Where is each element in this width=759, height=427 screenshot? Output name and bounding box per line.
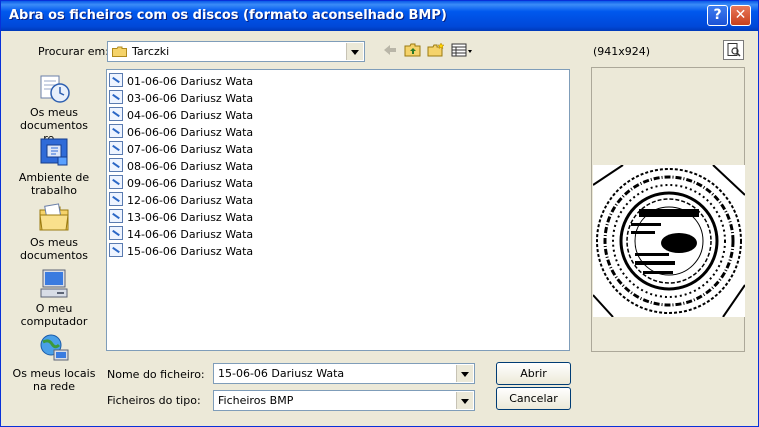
dialog-title: Abra os ficheiros com os discos (formato… [9,8,447,23]
place-label: Os meus locais na rede [12,367,96,393]
file-name: 09-06-06 Dariusz Wata [127,177,254,190]
chevron-down-icon[interactable] [456,365,473,382]
place-label: Ambiente de trabalho [18,171,90,197]
file-item[interactable]: 01-06-06 Dariusz Wata [109,73,253,89]
file-name: 04-06-06 Dariusz Wata [127,109,254,122]
place-my-computer[interactable]: O meu computador [8,268,100,328]
file-list[interactable]: 01-06-06 Dariusz Wata 03-06-06 Dariusz W… [106,69,570,351]
bmp-file-icon [109,73,123,87]
filename-input[interactable]: 15-06-06 Dariusz Wata [213,363,475,384]
file-name: 03-06-06 Dariusz Wata [127,92,254,105]
file-item[interactable]: 14-06-06 Dariusz Wata [109,226,253,242]
place-label: Os meus documentos [20,236,88,262]
my-documents-icon [37,202,71,234]
magnifier-page-icon [727,43,741,60]
place-network[interactable]: Os meus locais na rede [8,333,100,393]
recent-documents-icon [37,72,71,104]
file-name: 14-06-06 Dariusz Wata [127,228,254,241]
file-name: 08-06-06 Dariusz Wata [127,160,254,173]
place-my-documents[interactable]: Os meus documentos [8,202,100,262]
file-name: 01-06-06 Dariusz Wata [127,75,254,88]
place-desktop[interactable]: Ambiente de trabalho [8,137,100,197]
close-button[interactable]: ✕ [730,5,751,26]
bmp-file-icon [109,192,123,206]
preview-toggle-button[interactable] [723,40,744,60]
lookin-value: Tarczki [132,45,170,58]
folder-icon [112,46,127,57]
file-name: 12-06-06 Dariusz Wata [127,194,254,207]
bmp-file-icon [109,243,123,257]
file-item[interactable]: 15-06-06 Dariusz Wata [109,243,253,259]
file-item[interactable]: 07-06-06 Dariusz Wata [109,141,253,157]
open-button[interactable]: Abrir [496,362,571,385]
filetype-value: Ficheiros BMP [218,394,294,407]
help-button[interactable]: ? [707,5,728,26]
title-bar[interactable]: Abra os ficheiros com os discos (formato… [1,1,758,31]
place-recent-documents[interactable]: Os meus documentos re... [8,72,100,145]
chevron-down-icon[interactable] [456,392,473,409]
filename-label: Nome do ficheiro: [107,368,205,381]
up-folder-icon[interactable] [404,42,422,60]
open-file-dialog: Abra os ficheiros com os discos (formato… [0,0,759,427]
cancel-button[interactable]: Cancelar [496,387,571,410]
preview-image [593,165,745,317]
file-name: 07-06-06 Dariusz Wata [127,143,254,156]
preview-dimensions: (941x924) [593,45,651,58]
preview-pane [591,67,745,352]
view-menu-icon[interactable] [451,42,473,60]
chevron-down-icon[interactable] [346,43,363,60]
my-computer-icon [37,268,71,300]
place-label: O meu computador [20,302,88,328]
file-name: 06-06-06 Dariusz Wata [127,126,254,139]
filetype-select[interactable]: Ficheiros BMP [213,390,475,411]
bmp-file-icon [109,141,123,155]
bmp-file-icon [109,90,123,104]
file-item[interactable]: 04-06-06 Dariusz Wata [109,107,253,123]
filetype-label: Ficheiros do tipo: [107,394,201,407]
lookin-select[interactable]: Tarczki [107,41,365,62]
file-item[interactable]: 13-06-06 Dariusz Wata [109,209,253,225]
bmp-file-icon [109,158,123,172]
file-item[interactable]: 12-06-06 Dariusz Wata [109,192,253,208]
back-arrow-icon[interactable] [382,42,398,60]
lookin-label: Procurar em: [38,45,109,58]
bmp-file-icon [109,226,123,240]
file-name: 13-06-06 Dariusz Wata [127,211,254,224]
bmp-file-icon [109,124,123,138]
file-item[interactable]: 08-06-06 Dariusz Wata [109,158,253,174]
new-folder-icon[interactable] [427,42,445,60]
bmp-file-icon [109,175,123,189]
file-item[interactable]: 09-06-06 Dariusz Wata [109,175,253,191]
bmp-file-icon [109,107,123,121]
network-places-icon [37,333,71,365]
file-item[interactable]: 06-06-06 Dariusz Wata [109,124,253,140]
file-item[interactable]: 03-06-06 Dariusz Wata [109,90,253,106]
desktop-icon [37,137,71,169]
file-name: 15-06-06 Dariusz Wata [127,245,254,258]
filename-value: 15-06-06 Dariusz Wata [218,367,345,380]
bmp-file-icon [109,209,123,223]
